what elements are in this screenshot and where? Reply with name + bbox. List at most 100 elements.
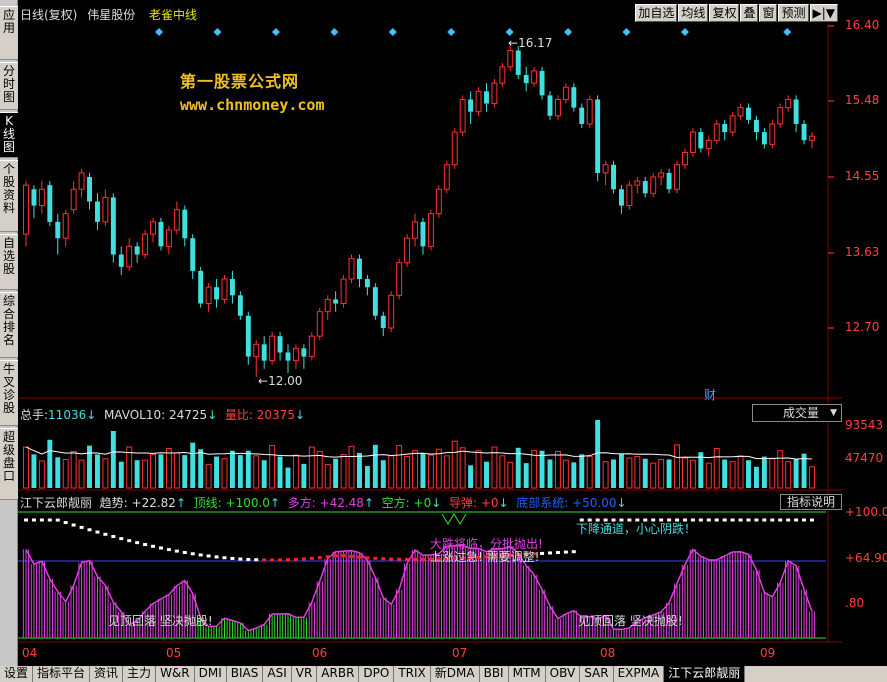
volume-bar [658, 458, 665, 489]
candle-body [491, 82, 498, 105]
nav-tab-diagnosis[interactable]: 牛叉诊股 [0, 360, 18, 426]
candle-body [110, 197, 116, 255]
volume-bar [666, 459, 672, 488]
volume-bar [118, 461, 124, 488]
bottom-tab-2[interactable]: 资讯 [90, 666, 124, 682]
bottom-tab-17[interactable]: EXPMA [614, 666, 665, 682]
trend-dot [341, 554, 346, 558]
bottom-tab-9[interactable]: ARBR [317, 666, 360, 682]
candle-body [165, 229, 172, 247]
candle-body [126, 245, 133, 268]
candle-body [634, 180, 641, 186]
bottom-tab-8[interactable]: VR [292, 666, 318, 682]
trend-dot [309, 556, 314, 560]
finance-marker[interactable]: 财 [704, 386, 716, 403]
volume-bar [705, 462, 712, 489]
candle-body [190, 238, 196, 271]
volume-bar [484, 461, 489, 488]
nav-tab-intraday[interactable]: 分时图 [0, 62, 18, 110]
watermark-url: www.chnmoney.com [180, 96, 325, 114]
trend-dot [714, 518, 719, 522]
trend-dot [254, 558, 259, 562]
bottom-tab-10[interactable]: DPO [359, 666, 395, 682]
volume-bar [134, 460, 140, 488]
bottom-tab-15[interactable]: OBV [546, 666, 581, 682]
nav-tab-watchlist[interactable]: 自选股 [0, 234, 18, 290]
candle-body [705, 139, 712, 149]
volume-bar [47, 439, 53, 488]
trend-dot [230, 556, 235, 560]
candle-body [729, 115, 736, 133]
candle-body [451, 131, 458, 166]
volume-bar [777, 450, 784, 489]
volume-bar [142, 459, 149, 489]
candle-body [689, 131, 696, 154]
bottom-tab-7[interactable]: ASI [263, 666, 292, 682]
volume-bar [729, 461, 736, 489]
nav-tab-stock-info[interactable]: 个股资料 [0, 160, 18, 232]
volume-bar [94, 454, 100, 488]
volume-bar [586, 456, 593, 489]
nav-tab-kline[interactable]: K线图 [0, 112, 18, 158]
candle-body [182, 209, 188, 239]
bottom-tab-0[interactable]: 设置 [0, 666, 34, 682]
bottom-tab-4[interactable]: W&R [156, 666, 195, 682]
bottom-tab-6[interactable]: BIAS [227, 666, 264, 682]
volume-bar [31, 454, 37, 488]
trend-dot [746, 518, 751, 522]
volume-bar [650, 462, 657, 489]
trend-dot [166, 548, 171, 552]
bottom-tab-3[interactable]: 主力 [123, 666, 157, 682]
candle-body [214, 287, 220, 300]
candle-body [356, 258, 362, 280]
bottom-tab-16[interactable]: SAR [580, 666, 614, 682]
nav-tab-super-board[interactable]: 超级盘口 [0, 428, 18, 500]
bottom-tab-12[interactable]: 新DMA [431, 666, 480, 682]
candle-body [308, 335, 315, 358]
candle-body [78, 172, 85, 190]
volume-bar [579, 454, 585, 488]
kline-chart[interactable] [18, 0, 842, 666]
volume-bar [110, 430, 116, 488]
bottom-tab-11[interactable]: TRIX [394, 666, 431, 682]
volume-bar [173, 452, 180, 489]
diamond-marker [447, 28, 456, 36]
volume-bar [277, 456, 283, 488]
volume-bar [539, 450, 545, 488]
trend-dot [730, 518, 735, 522]
candle-body [785, 98, 792, 109]
bottom-tab-1[interactable]: 指标平台 [33, 666, 91, 682]
indicator-explain-button[interactable]: 指标说明 [780, 494, 842, 510]
candle-body [229, 279, 235, 296]
indicator-tab-bar: 设置 指标平台 资讯 主力 W&R DMI BIAS ASI VR ARBR DPO TRIX 新DMA… [0, 666, 887, 682]
candle-body [722, 123, 728, 133]
candle-body [650, 176, 657, 194]
volume-selector[interactable]: 成交量 ▼ [752, 404, 842, 422]
trend-dot [24, 518, 28, 522]
trend-dot [555, 550, 560, 554]
volume-bar [308, 446, 315, 489]
trend-dot [95, 530, 100, 534]
trend-dot [738, 518, 743, 522]
x-axis-label: 04 [22, 646, 38, 660]
bottom-tab-14[interactable]: MTM [509, 666, 546, 682]
bottom-tab-18[interactable]: 江下云郎靓丽 [664, 666, 746, 682]
bottom-tab-5[interactable]: DMI [195, 666, 227, 682]
volume-bar [340, 453, 347, 489]
candle-body [285, 352, 291, 361]
bottom-tab-13[interactable]: BBI [480, 666, 509, 682]
volume-bar [214, 456, 220, 488]
volume-axis-label: 93543 [845, 418, 884, 432]
volume-bar [674, 444, 680, 489]
volume-bar [380, 460, 386, 488]
trend-dot [151, 544, 156, 548]
volume-bar [165, 448, 172, 489]
trend-dot [571, 550, 576, 554]
trend-dot [389, 557, 394, 561]
candle-body [674, 164, 680, 190]
trend-dot [278, 558, 283, 562]
nav-tab-apps[interactable]: 应用 [0, 6, 18, 60]
volume-bar [451, 440, 458, 489]
nav-tab-ranking[interactable]: 综合排名 [0, 292, 18, 358]
trend-dot [158, 546, 163, 550]
